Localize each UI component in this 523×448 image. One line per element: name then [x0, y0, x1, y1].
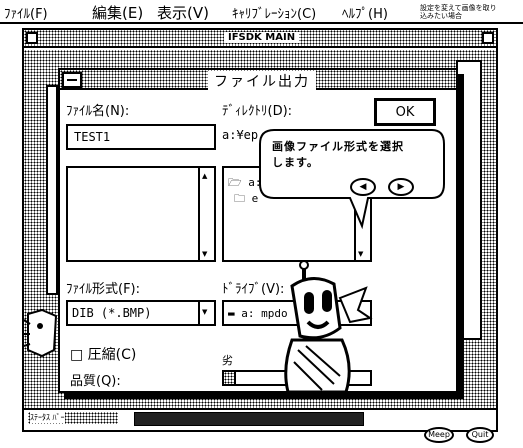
status-text: ｽﾃｰﾀｽ ﾊﾞｰ: [30, 412, 65, 423]
file-list-scrollbar[interactable]: ▲ ▼: [198, 166, 216, 262]
menu-hint-line1: 設定を変えて画像を取り: [420, 4, 497, 12]
background-window-title: IFSDK MAIN: [224, 32, 300, 43]
balloon-next-button[interactable]: ▶: [388, 178, 414, 196]
quality-label: 品質(Q):: [70, 374, 121, 389]
dir-item-e[interactable]: 🗀 e: [234, 190, 258, 209]
menu-bar: ﾌｧｲﾙ(F) 編集(E) 表示(V) ｷｬﾘﾌﾞﾚｰｼｮﾝ(C) ﾍﾙﾌﾟ(H…: [0, 0, 523, 24]
folder-icon: 🗀: [234, 192, 245, 205]
arrow-down-icon[interactable]: ▼: [202, 250, 207, 258]
arrow-right-icon: ▶: [397, 182, 405, 192]
open-folder-icon: 🗁: [228, 176, 242, 189]
bg-control-menu[interactable]: [26, 32, 38, 44]
menu-file[interactable]: ﾌｧｲﾙ(F): [4, 3, 48, 22]
filename-label: ﾌｧｲﾙ名(N):: [66, 104, 130, 119]
menu-view[interactable]: 表示(V): [157, 2, 209, 23]
dash-icon: [67, 79, 77, 81]
background-window-titlebar: IFSDK MAIN: [24, 30, 496, 48]
ok-button[interactable]: OK: [374, 98, 436, 126]
help-balloon-line1: 画像ファイル形式を選択: [272, 140, 404, 153]
menu-help[interactable]: ﾍﾙﾌﾟ(H): [342, 3, 388, 22]
filetype-label: ﾌｧｲﾙ形式(F):: [66, 282, 141, 297]
balloon-prev-button[interactable]: ◀: [350, 178, 376, 196]
filename-input[interactable]: TEST1: [66, 124, 216, 150]
arrow-down-icon[interactable]: ▼: [358, 250, 363, 258]
meep-button[interactable]: Meep: [424, 427, 454, 443]
dialog-system-menu[interactable]: [62, 72, 82, 88]
robot-assistant-icon: [284, 260, 373, 394]
bg-maximize-button[interactable]: [482, 32, 494, 44]
filetype-select[interactable]: DIB (*.BMP): [66, 300, 216, 326]
menu-hint-line2: 込みたい場合: [420, 12, 462, 20]
directory-label: ﾃﾞｨﾚｸﾄﾘ(D):: [222, 104, 293, 119]
status-bar: ｽﾃｰﾀｽ ﾊﾞｰ: [24, 408, 496, 430]
help-balloon-line2: します。: [272, 156, 319, 169]
drive-icon: ▬: [228, 307, 235, 320]
dialog-title: ファイル出力: [208, 71, 316, 91]
compress-checkbox[interactable]: □ 圧縮(C): [70, 344, 136, 364]
chevron-down-icon: ▼: [202, 308, 208, 316]
filetype-dropdown-button[interactable]: ▼: [198, 300, 216, 326]
gear-character-icon: [23, 308, 58, 358]
menu-edit[interactable]: 編集(E): [92, 2, 143, 23]
bg-left-toolbar: [46, 85, 58, 295]
file-list[interactable]: [66, 166, 216, 262]
menu-calibration[interactable]: ｷｬﾘﾌﾞﾚｰｼｮﾝ(C): [232, 3, 316, 22]
arrow-up-icon[interactable]: ▲: [202, 172, 207, 180]
arrow-left-icon: ◀: [359, 182, 367, 192]
status-progress: [134, 412, 364, 426]
quit-button[interactable]: Quit: [466, 427, 494, 443]
quality-low-label: 劣: [222, 354, 233, 367]
slider-thumb[interactable]: [224, 372, 236, 384]
dialog-titlebar: ファイル出力: [60, 70, 456, 91]
